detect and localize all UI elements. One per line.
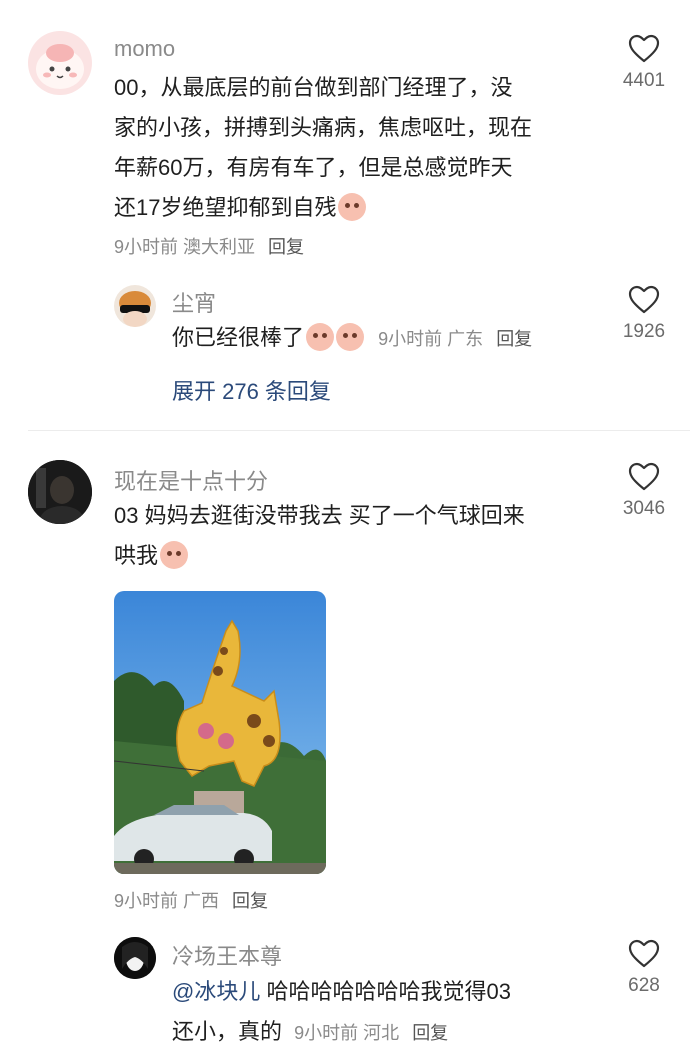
crying-emoji-icon [306, 323, 335, 351]
timestamp: 9小时前 [114, 891, 179, 911]
avatar[interactable] [114, 937, 156, 979]
like-count: 628 [628, 975, 660, 996]
location: 澳大利亚 [183, 237, 256, 257]
location: 广西 [183, 891, 220, 911]
avatar[interactable] [28, 31, 92, 95]
timestamp: 9小时前 [378, 329, 443, 349]
divider [28, 430, 690, 431]
comment-line-text: 你已经很棒了 [172, 325, 305, 350]
comment-meta: 9小时前 河北 回复 [294, 1023, 448, 1043]
like-button[interactable]: 628 [604, 939, 684, 997]
comment-photo[interactable] [114, 591, 326, 874]
like-button[interactable]: 1926 [604, 285, 684, 343]
comment-text: 你已经很棒了 9小时前 广东 回复 [172, 318, 612, 359]
expand-replies-button[interactable]: 展开 276 条回复 [172, 374, 331, 406]
heart-icon [628, 285, 660, 314]
location: 广东 [447, 329, 484, 349]
timestamp: 9小时前 [294, 1023, 359, 1043]
comment-line: @冰块儿 哈哈哈哈哈哈哈我觉得03 [172, 972, 612, 1012]
comment-text: 03 妈妈去逛街没带我去 买了一个气球回来 哄我 [114, 496, 604, 576]
comment-line-text: 哄我 [114, 543, 159, 568]
username[interactable]: momo [114, 36, 175, 62]
mention-link[interactable]: @冰块儿 [172, 979, 260, 1004]
reply-button[interactable]: 回复 [412, 1023, 448, 1043]
like-count: 3046 [622, 498, 666, 519]
comment-line: 03 妈妈去逛街没带我去 买了一个气球回来 [114, 503, 525, 528]
comment-meta: 9小时前 澳大利亚 回复 [114, 233, 304, 259]
crying-emoji-icon [336, 323, 365, 351]
like-count: 4401 [622, 70, 666, 91]
username[interactable]: 现在是十点十分 [114, 464, 268, 496]
like-button[interactable]: 4401 [604, 34, 684, 92]
smile-emoji-icon [160, 541, 189, 569]
heart-icon [628, 462, 660, 491]
comment-line: 还小，真的 9小时前 河北 回复 [172, 1012, 612, 1053]
reply-button[interactable]: 回复 [496, 329, 532, 349]
comment-text: @冰块儿 哈哈哈哈哈哈哈我觉得03 还小，真的 9小时前 河北 回复 [172, 972, 612, 1053]
like-button[interactable]: 3046 [604, 462, 684, 520]
like-count: 1926 [622, 321, 666, 342]
comment-line: 哄我 [114, 536, 604, 576]
reply-button[interactable]: 回复 [268, 237, 304, 257]
comment-line: 年薪60万，有房有车了，但是总感觉昨天 [114, 155, 513, 180]
comment-line: 家的小孩，拼搏到头痛病，焦虑呕吐，现在 [114, 115, 533, 140]
username[interactable]: 冷场王本尊 [172, 939, 282, 971]
location: 河北 [363, 1023, 400, 1043]
comment-meta: 9小时前 广西 回复 [114, 887, 268, 913]
crying-emoji-icon [338, 193, 367, 221]
heart-icon [628, 34, 660, 63]
timestamp: 9小时前 [114, 237, 179, 257]
username[interactable]: 尘宵 [172, 286, 216, 318]
comment-line: 还17岁绝望抑郁到自残 [114, 188, 604, 228]
comment-line-text: 还小，真的 [172, 1019, 283, 1044]
heart-icon [628, 939, 660, 968]
comment-meta: 9小时前 广东 回复 [378, 329, 532, 349]
comment-line: 00，从最底层的前台做到部门经理了，没 [114, 75, 513, 100]
reply-button[interactable]: 回复 [232, 891, 268, 911]
avatar[interactable] [28, 460, 92, 524]
avatar[interactable] [114, 285, 156, 327]
comment-line-text: 哈哈哈哈哈哈哈我觉得03 [260, 979, 511, 1004]
comment-text: 00，从最底层的前台做到部门经理了，没 家的小孩，拼搏到头痛病，焦虑呕吐，现在 … [114, 68, 604, 228]
comment-line-text: 还17岁绝望抑郁到自残 [114, 195, 337, 220]
